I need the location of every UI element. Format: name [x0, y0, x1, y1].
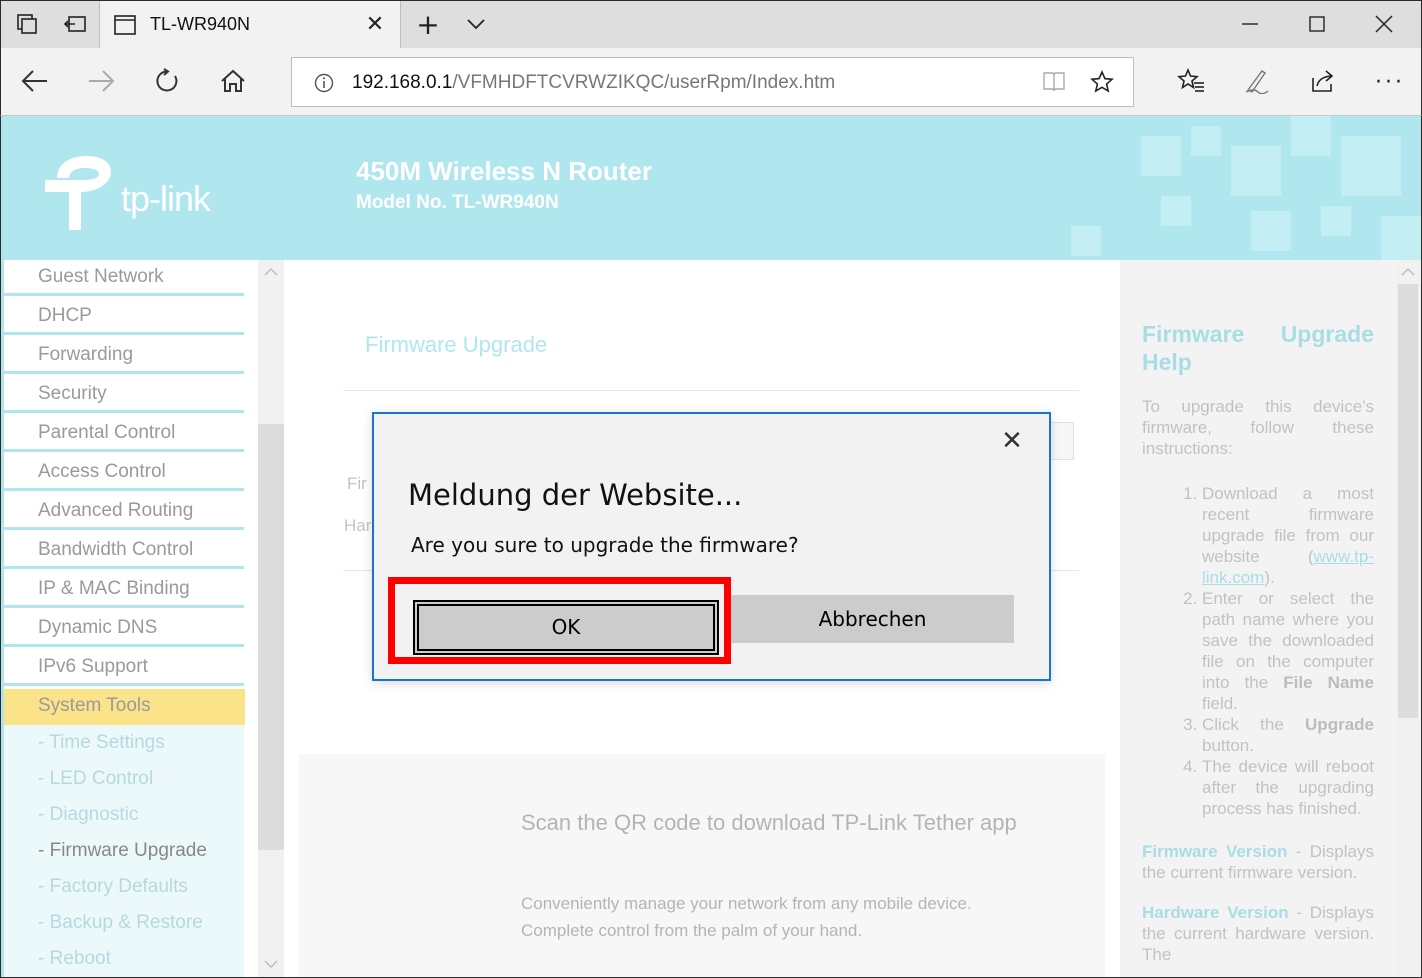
help-scrollbar[interactable]	[1396, 260, 1421, 977]
help-step-2: Enter or select the path name where you …	[1202, 588, 1374, 714]
url-text: 192.168.0.1/VFMHDFTCVRWZIKQC/userRpm/Ind…	[352, 72, 835, 94]
sidebar-item-parental-control[interactable]: Parental Control	[4, 416, 244, 452]
qr-promo-panel: Scan the QR code to download TP-Link Tet…	[299, 754, 1105, 977]
minimize-icon[interactable]	[1233, 1, 1267, 47]
sidebar-item-bandwidth-control[interactable]: Bandwidth Control	[4, 533, 244, 569]
sidebar-item-access-control[interactable]: Access Control	[4, 455, 244, 491]
help-step-1: Download a most recent firmware upgrade …	[1202, 483, 1374, 588]
help-step-3-end: button.	[1202, 736, 1254, 755]
scroll-down-icon[interactable]	[264, 960, 278, 968]
sidebar-item-ip-mac-binding[interactable]: IP & MAC Binding	[4, 572, 244, 608]
title-divider	[343, 390, 1079, 391]
close-tab-icon[interactable]: ✕	[360, 1, 390, 47]
hardware-version-label: Har	[344, 516, 372, 535]
help-scroll-up-icon[interactable]	[1401, 268, 1415, 276]
help-step-2-bold: File Name	[1283, 673, 1374, 692]
logo-text: tp-link	[121, 178, 211, 219]
sidebar-scrollbar[interactable]	[258, 260, 284, 977]
new-tab-icon[interactable]: +	[411, 1, 445, 47]
sidebar-subitem-time-settings[interactable]: - Time Settings	[4, 725, 244, 761]
sidebar-subitem-factory-defaults[interactable]: - Factory Defaults	[4, 869, 244, 905]
model-number: Model No. TL-WR940N	[356, 192, 559, 213]
help-step-3-bold: Upgrade	[1305, 715, 1374, 734]
help-step-3-text: Click the	[1202, 715, 1306, 734]
help-title: Firmware Upgrade Help	[1142, 321, 1374, 375]
url-input[interactable]: 192.168.0.1/VFMHDFTCVRWZIKQC/userRpm/Ind…	[291, 57, 1134, 107]
address-bar-row: 192.168.0.1/VFMHDFTCVRWZIKQC/userRpm/Ind…	[0, 48, 1422, 116]
sidebar-item-ipv6-support[interactable]: IPv6 Support	[4, 650, 244, 686]
info-icon[interactable]	[314, 73, 334, 93]
sidebar-item-advanced-routing[interactable]: Advanced Routing	[4, 494, 244, 530]
help-step-2-end: field.	[1202, 694, 1238, 713]
url-path: /VFMHDFTCVRWZIKQC/userRpm/Index.htm	[452, 72, 836, 93]
page-icon	[114, 15, 136, 35]
favorites-icon[interactable]	[1177, 67, 1205, 98]
page-header: tp-link 450M Wireless N Router Model No.…	[1, 116, 1421, 260]
share-icon[interactable]	[1309, 68, 1335, 98]
sidebar: Guest Network DHCP Forwarding Security P…	[1, 260, 245, 977]
browser-tab-bar: TL-WR940N ✕ +	[0, 0, 1422, 49]
page-title: Firmware Upgrade	[365, 332, 548, 357]
sidebar-subitem-diagnostic[interactable]: - Diagnostic	[4, 797, 244, 833]
qr-description-line-1: Conveniently manage your network from an…	[521, 894, 972, 913]
sidebar-subitem-firmware-upgrade[interactable]: - Firmware Upgrade	[4, 833, 244, 869]
help-hw-version-label: Hardware Version	[1142, 903, 1289, 922]
sidebar-item-system-tools[interactable]: System Tools	[1, 689, 245, 725]
refresh-icon[interactable]	[154, 68, 180, 100]
sidebar-subitem-backup-restore[interactable]: - Backup & Restore	[4, 905, 244, 941]
favorite-star-icon[interactable]	[1090, 70, 1114, 94]
help-hw-version: Hardware Version - Displays the current …	[1142, 902, 1374, 965]
reading-view-icon	[1043, 72, 1065, 92]
url-host: 192.168.0.1	[352, 72, 453, 93]
dialog-title: Meldung der Website...	[408, 478, 743, 512]
help-step-4: The device will reboot after the upgradi…	[1202, 756, 1374, 819]
home-icon[interactable]	[220, 68, 246, 100]
help-scroll-thumb[interactable]	[1398, 284, 1418, 718]
sidebar-scroll-thumb[interactable]	[258, 424, 284, 850]
help-steps: Download a most recent firmware upgrade …	[1142, 483, 1374, 819]
qr-description: Conveniently manage your network from an…	[521, 890, 1081, 944]
sidebar-subitem-reboot[interactable]: - Reboot	[4, 941, 244, 977]
router-name: 450M Wireless N Router	[356, 156, 652, 186]
qr-description-line-2: Complete control from the palm of your h…	[521, 921, 863, 940]
sidebar-item-dynamic-dns[interactable]: Dynamic DNS	[4, 611, 244, 647]
close-icon[interactable]: ✕	[997, 426, 1027, 456]
help-fw-version: Firmware Version - Displays the current …	[1142, 841, 1374, 883]
help-panel: Firmware Upgrade Help To upgrade this de…	[1120, 260, 1396, 977]
sidebar-border	[1, 260, 4, 977]
qr-title: Scan the QR code to download TP-Link Tet…	[521, 810, 1017, 835]
tp-link-logo-icon	[45, 156, 111, 230]
sidebar-item-security[interactable]: Security	[4, 377, 244, 413]
dialog-message: Are you sure to upgrade the firmware?	[411, 533, 799, 557]
help-step-1-end: ).	[1264, 568, 1275, 587]
help-content: Firmware Upgrade Help To upgrade this de…	[1142, 320, 1374, 965]
help-fw-version-label: Firmware Version	[1142, 842, 1288, 861]
help-intro: To upgrade this device's firmware, follo…	[1142, 397, 1374, 458]
sidebar-subitem-led-control[interactable]: - LED Control	[4, 761, 244, 797]
scroll-up-icon[interactable]	[264, 268, 278, 276]
ok-button[interactable]: OK	[413, 600, 719, 655]
help-step-3: Click the Upgrade button.	[1202, 714, 1374, 756]
chevron-down-icon[interactable]	[459, 1, 493, 47]
header-decoration	[1071, 116, 1421, 260]
sidebar-item-dhcp[interactable]: DHCP	[4, 299, 244, 335]
tab-manager-icon[interactable]	[9, 1, 45, 47]
confirm-dialog: ✕ Meldung der Website... Are you sure to…	[372, 412, 1051, 681]
sidebar-item-guest-network[interactable]: Guest Network	[4, 260, 244, 296]
pen-notes-icon[interactable]	[1244, 68, 1270, 98]
back-icon[interactable]	[21, 68, 49, 100]
forward-icon	[87, 68, 115, 100]
more-menu-icon[interactable]: ···	[1375, 70, 1405, 95]
set-tabs-aside-icon[interactable]	[57, 1, 93, 47]
firmware-version-label: Fir	[347, 474, 367, 493]
tab-tl-wr940n[interactable]: TL-WR940N ✕	[99, 1, 401, 49]
sidebar-item-forwarding[interactable]: Forwarding	[4, 338, 244, 374]
maximize-icon[interactable]	[1300, 1, 1334, 47]
cancel-button[interactable]: Abbrechen	[731, 595, 1014, 643]
ok-highlight-frame: OK	[388, 577, 731, 664]
close-window-icon[interactable]	[1367, 1, 1401, 47]
tab-title: TL-WR940N	[150, 14, 251, 34]
